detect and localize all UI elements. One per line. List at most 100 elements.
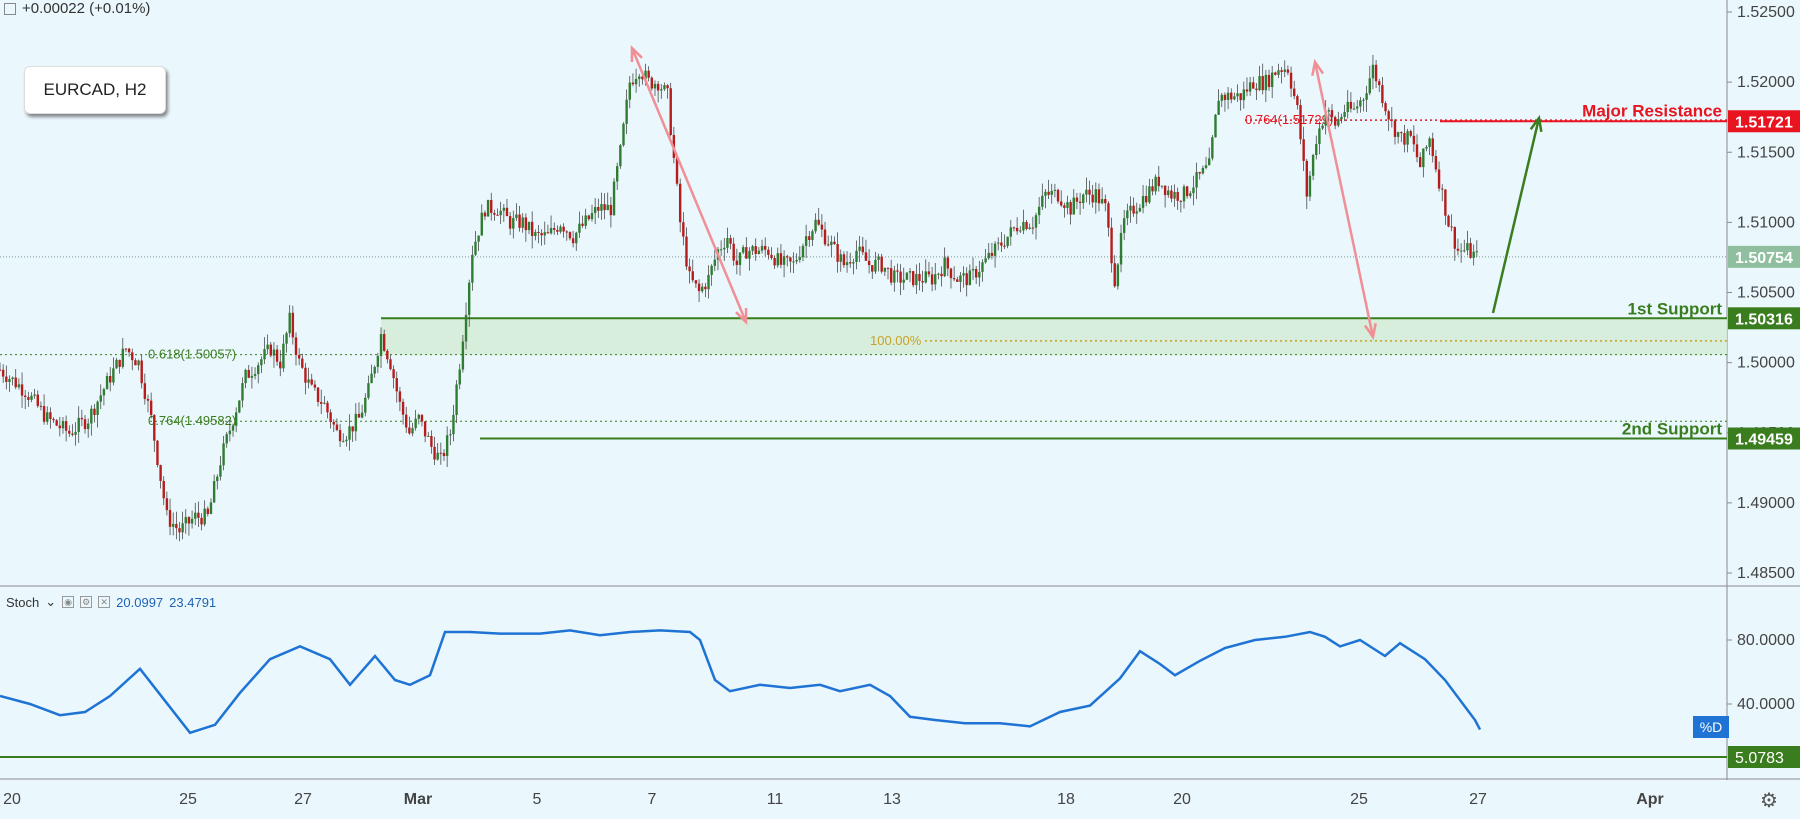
candle-body [137,360,140,366]
candle-body [398,391,402,402]
candle-body [1441,188,1444,190]
candle-body [741,247,745,253]
candle-body [974,268,978,278]
candle-body [445,435,449,457]
gear-icon[interactable]: ⚙ [1760,788,1778,813]
candle-body [297,354,301,359]
candle-body [801,245,805,258]
candle-body [1201,167,1205,174]
second-support-label: 2nd Support [1622,420,1722,439]
candle-body [537,232,540,234]
time-tick-label: 27 [294,791,312,808]
candle-body [1283,69,1286,72]
stoch-header: Stoch ⌄ ◉ ⚙ ✕ 20.0997 23.4791 [6,594,216,610]
candle-body [1135,211,1138,214]
candle-body [1315,144,1318,155]
candle-body [959,275,962,282]
candle-body [1182,186,1186,202]
candle-body [581,223,584,226]
candle-body [1075,197,1079,202]
close-icon[interactable]: ✕ [98,596,111,608]
time-tick-label: 11 [767,791,784,808]
candle-body [348,426,351,440]
stoch-label[interactable]: Stoch [6,595,39,610]
eye-icon[interactable]: ◉ [62,596,75,608]
major-resistance-label: Major Resistance [1582,101,1722,120]
candle-body [546,232,550,234]
candle-body [241,383,244,401]
candle-body [1258,76,1261,91]
candle-body [118,359,121,367]
candle-body [83,419,87,430]
candle-body [42,406,46,422]
candle-body [666,85,669,89]
current-price-tag: 1.50754 [1735,250,1793,267]
candle-body [1289,72,1293,89]
major-resistance-tag: 1.51721 [1735,114,1793,131]
chart-window: 1.52500 1.52000 1.51500 1.51000 1.50500 1.500… [0,0,1800,819]
candle-body [559,226,562,232]
candle-body [153,415,156,441]
candle-body [786,256,789,258]
candle-body [5,376,8,382]
candle-body [140,360,143,384]
candle-body [1340,116,1343,120]
candle-body [691,271,694,281]
price-tick-label: 1.48500 [1737,565,1795,582]
candle-body [521,217,524,228]
candle-body [1270,72,1274,87]
price-chart[interactable]: 1.52500 1.52000 1.51500 1.51000 1.50500 1.500… [0,0,1800,819]
fib-618-label: 0.618(1.50057) [148,347,236,362]
candle-body [39,405,43,407]
candle-body [1198,172,1201,174]
candle-body [549,228,553,234]
candle-body [93,408,96,416]
time-tick-label: 25 [1350,791,1368,808]
candle-body [619,145,622,167]
candle-body [1063,205,1066,208]
candle-body [1362,99,1365,101]
candle-body [1069,202,1072,215]
candle-body [603,204,606,211]
candle-body [316,387,320,403]
candle-body [1217,100,1220,115]
candle-body [612,181,616,216]
candle-body [1264,74,1268,91]
candle-body [405,414,408,428]
candle-body [874,259,877,272]
candle-body [1277,70,1280,75]
candle-body [112,368,115,383]
candle-body [1472,251,1475,258]
candle-body [949,268,953,279]
candle-body [1296,96,1299,106]
candle-body [1330,110,1334,118]
candle-body [279,361,282,369]
candle-body [143,383,147,399]
candle-body [553,228,556,230]
candle-body [496,214,499,216]
stoch-value-d: 23.4791 [169,594,217,610]
candle-body [1374,64,1378,82]
candle-body [30,395,33,400]
candle-body [282,343,285,369]
candle-body [615,166,619,182]
candle-body [820,224,824,230]
candle-body [502,207,506,211]
candle-body [723,247,726,250]
collapse-icon[interactable] [4,2,16,15]
candle-body [751,246,754,251]
candle-body [779,253,783,265]
candle-body [80,417,84,420]
candle-body [622,123,625,146]
candle-body [515,214,518,219]
settings-icon[interactable]: ⚙ [80,596,93,608]
chevron-down-icon[interactable]: ⌄ [45,594,56,610]
support-zone [381,318,1727,355]
candle-body [55,420,58,426]
candle-body [530,221,534,237]
candle-body [20,384,24,396]
candle-body [1056,189,1060,202]
candle-body [244,369,247,384]
candle-body [1327,110,1331,112]
candle-body [1113,263,1116,287]
